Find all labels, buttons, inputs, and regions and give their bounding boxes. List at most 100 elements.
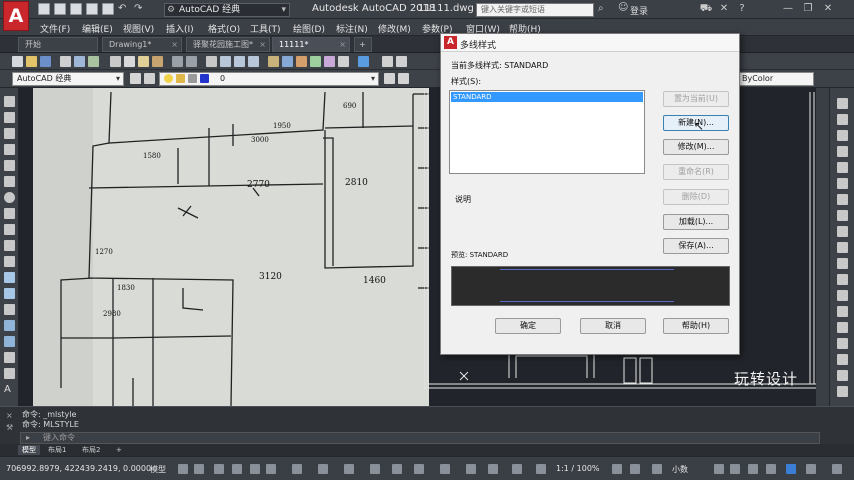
- workspace-dropdown[interactable]: AutoCAD 经典 ▾: [12, 72, 124, 86]
- cancel-button[interactable]: 取消: [580, 318, 646, 334]
- array-icon[interactable]: [837, 162, 848, 173]
- spline-icon[interactable]: [4, 224, 15, 235]
- layer-previous-icon[interactable]: [398, 73, 409, 84]
- minimize-button[interactable]: —: [780, 2, 796, 16]
- break-icon[interactable]: [837, 274, 848, 285]
- add-layout-button[interactable]: +: [112, 445, 126, 455]
- gear-icon[interactable]: [612, 464, 622, 474]
- menu-draw[interactable]: 绘图(D): [293, 22, 325, 35]
- cut-icon[interactable]: [110, 56, 121, 67]
- transparency-icon[interactable]: [392, 464, 402, 474]
- save-as-icon[interactable]: [86, 3, 98, 15]
- rectangle-icon[interactable]: [4, 160, 15, 171]
- match-properties-icon[interactable]: [152, 56, 163, 67]
- join-icon[interactable]: [837, 290, 848, 301]
- isodraft-icon[interactable]: [292, 464, 302, 474]
- styles-list[interactable]: STANDARD: [449, 90, 645, 174]
- isolate-objects-icon[interactable]: [748, 464, 758, 474]
- menu-view[interactable]: 视图(V): [123, 22, 154, 35]
- object-snap-tracking-icon[interactable]: [318, 464, 328, 474]
- selection-filter-icon[interactable]: [488, 464, 498, 474]
- region-icon[interactable]: [4, 352, 15, 363]
- object-snap-icon[interactable]: [344, 464, 354, 474]
- annotation-visibility-icon[interactable]: [536, 464, 546, 474]
- publish-icon[interactable]: [88, 56, 99, 67]
- properties-icon[interactable]: [268, 56, 279, 67]
- undo-icon[interactable]: ↶: [118, 3, 130, 15]
- polar-icon[interactable]: [266, 464, 276, 474]
- dynamic-input-icon[interactable]: [232, 464, 242, 474]
- help-icon[interactable]: ?: [734, 2, 750, 16]
- open-icon[interactable]: [26, 56, 37, 67]
- new-icon[interactable]: [38, 3, 50, 15]
- construction-line-icon[interactable]: [4, 112, 15, 123]
- sheet-set-icon[interactable]: [310, 56, 321, 67]
- canvas-scrollbar[interactable]: [816, 88, 829, 408]
- revision-cloud-icon[interactable]: [4, 208, 15, 219]
- snap-endpoint-icon[interactable]: [837, 354, 848, 365]
- menu-dimension[interactable]: 标注(N): [336, 22, 368, 35]
- plus-icon[interactable]: [630, 464, 640, 474]
- close-icon[interactable]: ×: [259, 38, 266, 51]
- menu-format[interactable]: 格式(O): [208, 22, 240, 35]
- help-icon[interactable]: [358, 56, 369, 67]
- gradient-icon[interactable]: [4, 336, 15, 347]
- ok-button[interactable]: 确定: [495, 318, 561, 334]
- quick-properties-icon[interactable]: [714, 464, 724, 474]
- preview-icon[interactable]: [74, 56, 85, 67]
- infer-constraints-icon[interactable]: [214, 464, 224, 474]
- snap-midpoint-icon[interactable]: [837, 370, 848, 381]
- rename-button[interactable]: 重命名(R): [663, 164, 729, 180]
- close-icon[interactable]: ×: [6, 411, 13, 420]
- lineweight-icon[interactable]: [370, 464, 380, 474]
- erase-icon[interactable]: [837, 98, 848, 109]
- menu-file[interactable]: 文件(F): [40, 22, 70, 35]
- dynamic-ucs-icon[interactable]: [466, 464, 476, 474]
- text-style-icon[interactable]: [382, 56, 393, 67]
- annotation-scale[interactable]: 1:1 / 100%: [556, 464, 600, 473]
- zoom-window-icon[interactable]: [234, 56, 245, 67]
- extend-icon[interactable]: [837, 258, 848, 269]
- ellipse-icon[interactable]: [4, 240, 15, 251]
- fillet-icon[interactable]: [837, 322, 848, 333]
- wrench-icon[interactable]: ⚒: [6, 423, 13, 432]
- copy-object-icon[interactable]: [837, 114, 848, 125]
- redo-icon[interactable]: [186, 56, 197, 67]
- 3d-osnap-icon[interactable]: [440, 464, 450, 474]
- tool-palettes-icon[interactable]: [296, 56, 307, 67]
- layer-properties-icon[interactable]: [144, 73, 155, 84]
- exchange-icon[interactable]: ✕: [716, 2, 732, 16]
- tab-11111[interactable]: 11111* ×: [272, 37, 350, 52]
- trim-icon[interactable]: [837, 242, 848, 253]
- save-icon[interactable]: [70, 3, 82, 15]
- delete-button[interactable]: 删除(D): [663, 189, 729, 205]
- user-icon[interactable]: ☺: [618, 2, 628, 13]
- menu-icon[interactable]: [832, 464, 842, 474]
- close-icon[interactable]: ×: [171, 38, 178, 51]
- model-space-toggle[interactable]: 模型: [150, 464, 166, 475]
- design-center-icon[interactable]: [282, 56, 293, 67]
- polyline-icon[interactable]: [4, 128, 15, 139]
- markup-icon[interactable]: [324, 56, 335, 67]
- modify-button[interactable]: 修改(M)...: [663, 139, 729, 155]
- ellipse-arc-icon[interactable]: [4, 256, 15, 267]
- hatch-icon[interactable]: [4, 320, 15, 331]
- tab-garden[interactable]: 驿聚花园施工图* ×: [186, 37, 270, 52]
- autocad-logo-button[interactable]: A: [3, 1, 29, 31]
- customization-icon[interactable]: [806, 464, 816, 474]
- zoom-previous-icon[interactable]: [248, 56, 259, 67]
- clean-screen-icon[interactable]: [786, 464, 796, 474]
- print-icon[interactable]: [102, 3, 114, 15]
- cart-icon[interactable]: ⛟: [698, 2, 714, 16]
- make-current-icon[interactable]: [384, 73, 395, 84]
- lock-ui-icon[interactable]: [730, 464, 740, 474]
- gear-icon[interactable]: [130, 73, 141, 84]
- menu-insert[interactable]: 插入(I): [166, 22, 194, 35]
- tab-model[interactable]: 模型: [18, 445, 40, 455]
- gizmo-icon[interactable]: [512, 464, 522, 474]
- point-icon[interactable]: [4, 304, 15, 315]
- login-link[interactable]: 登录: [630, 4, 648, 17]
- zoom-realtime-icon[interactable]: [220, 56, 231, 67]
- close-button[interactable]: ✕: [820, 2, 836, 16]
- command-input[interactable]: 键入命令: [20, 432, 820, 444]
